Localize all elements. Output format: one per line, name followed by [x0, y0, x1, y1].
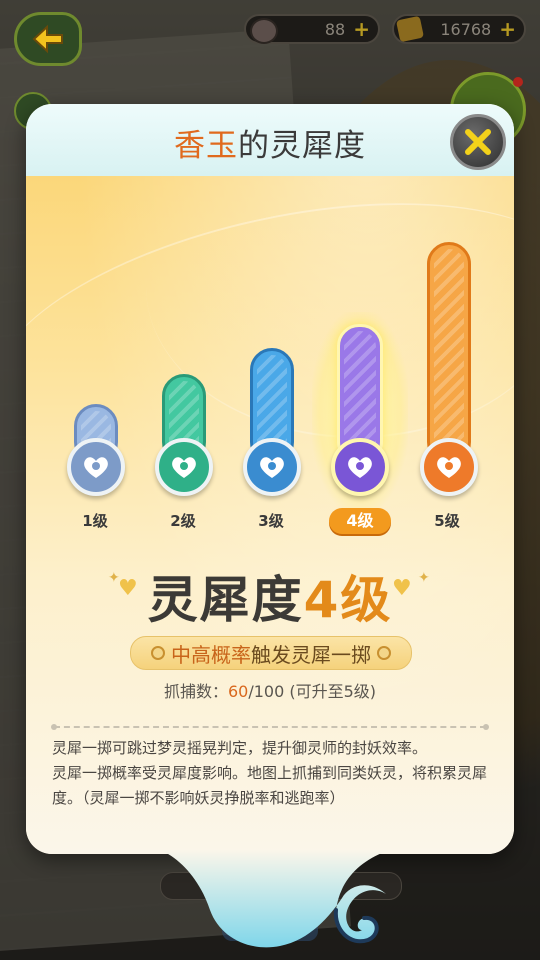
back-arrow-icon [32, 24, 63, 54]
current-level-num: 4级 [303, 571, 393, 629]
coin-ornament-icon [151, 646, 165, 660]
description-line: 灵犀一掷概率受灵犀度影响。地图上抓捕到同类妖灵，将积累灵犀度。（灵犀一掷不影响妖… [52, 764, 488, 807]
level-2-label: 2级 [170, 512, 196, 530]
effect-highlight: 中高概率 [171, 642, 251, 667]
gold-counter: 16768 + [392, 14, 526, 44]
heart-spirit-icon [84, 457, 108, 478]
level-4-label-active: 4级 [329, 508, 391, 534]
add-stamina-button[interactable]: + [353, 17, 370, 41]
stamina-counter: 88 + [244, 14, 380, 44]
gold-icon [395, 15, 425, 43]
current-level-prefix: 灵犀度 [147, 571, 304, 629]
description: 灵犀一掷可跳过梦灵摇晃判定，提升御灵师的封妖效率。 灵犀一掷概率受灵犀度影响。地… [52, 736, 496, 811]
spirit-name: 香玉 [174, 128, 238, 164]
modal-tail-ornament [160, 850, 390, 948]
level-3-label: 3级 [258, 512, 284, 530]
back-button[interactable] [14, 12, 82, 66]
level-4-badge[interactable] [331, 438, 389, 496]
effect-text: 触发灵犀一掷 [251, 642, 371, 667]
notification-dot [513, 77, 523, 87]
heart-spirit-icon [437, 457, 461, 478]
catch-current: 60 [227, 682, 249, 701]
stamina-icon [250, 18, 278, 44]
add-gold-button[interactable]: + [499, 17, 516, 41]
heart-spirit-icon [348, 457, 372, 478]
level-5-label: 5级 [434, 512, 460, 530]
affinity-levels: 1级 2级 3级 4级 5级 [26, 176, 514, 616]
heart-spirit-icon [260, 457, 284, 478]
level-2-badge[interactable] [155, 438, 213, 496]
level-5-bar [427, 242, 471, 464]
heart-spirit-icon [172, 457, 196, 478]
description-line: 灵犀一掷可跳过梦灵摇晃判定，提升御灵师的封妖效率。 [52, 739, 428, 757]
current-level-title: 灵犀度4级 [26, 560, 514, 632]
catch-rest: /100 (可升至5级) [248, 682, 377, 701]
catch-label: 抓捕数： [163, 682, 228, 701]
level-5-badge[interactable] [420, 438, 478, 496]
close-icon [465, 129, 491, 155]
gold-value: 16768 [440, 19, 492, 39]
level-3-badge[interactable] [243, 438, 301, 496]
affinity-modal: 香玉的灵犀度 1级 2级 3级 4级 5级 ♥ ✦ ♥ ✦ 灵犀度4级 中高概率… [26, 104, 514, 854]
dashed-divider [51, 724, 489, 730]
stamina-value: 88 [324, 19, 346, 39]
level-1-label: 1级 [82, 512, 108, 530]
coin-ornament-icon [377, 646, 391, 660]
catch-count: 抓捕数：60/100 (可升至5级) [26, 678, 514, 702]
level-1-badge[interactable] [67, 438, 125, 496]
effect-pill: 中高概率 触发灵犀一掷 [130, 636, 412, 670]
